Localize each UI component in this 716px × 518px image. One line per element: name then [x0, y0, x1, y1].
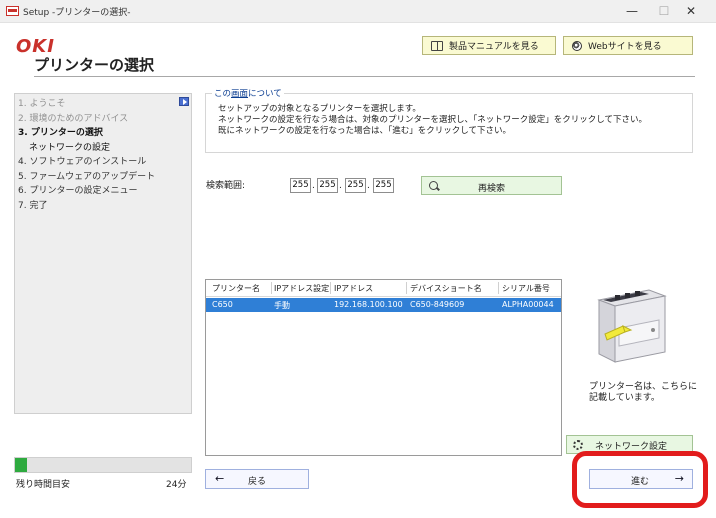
remaining-time-label: 残り時間目安: [16, 480, 71, 490]
column-divider: [406, 282, 407, 294]
step-item: 3. プリンターの選択: [18, 128, 103, 138]
product-manual-button[interactable]: 製品マニュアルを見る: [422, 36, 556, 55]
step-sidebar: 1. ようこそ 2. 環境のためのアドバイス 3. プリンターの選択ネットワークの設…: [14, 93, 192, 414]
about-screen-link[interactable]: 画面: [231, 89, 248, 99]
step-list: 1. ようこそ 2. 環境のためのアドバイス 3. プリンターの選択ネットワークの設…: [18, 97, 155, 213]
ip-address-cell: 192.168.100.100: [334, 300, 403, 309]
ip-dot: .: [312, 181, 315, 191]
info-line: セットアップの対象となるプリンターを選択します。: [218, 104, 421, 114]
info-line: 既にネットワークの設定を行なった場合は、「進む」をクリックして下さい。: [218, 126, 511, 136]
printer-list-header: プリンター名 IPアドレス設定 IPアドレス デバイスショート名 シリアル番号: [206, 280, 561, 297]
product-manual-label: 製品マニュアルを見る: [449, 42, 539, 52]
book-icon: [431, 40, 443, 51]
close-icon[interactable]: ✕: [675, 0, 707, 23]
rescan-label: 再検索: [478, 184, 506, 194]
title-bar: Setup -プリンターの選択- — ☐ ✕: [0, 0, 716, 23]
highlight-ring: [572, 451, 708, 508]
step-item: 1. ようこそ: [18, 99, 66, 109]
column-header[interactable]: デバイスショート名: [410, 283, 482, 294]
printer-name-cell: C650: [212, 300, 233, 309]
printer-illustration: [597, 289, 667, 363]
search-range-label: 検索範囲:: [206, 181, 246, 191]
back-label: 戻る: [248, 477, 267, 487]
back-button[interactable]: ← 戻る: [205, 469, 309, 489]
header-divider: [34, 76, 695, 77]
about-screen-text: セットアップの対象となるプリンターを選択します。 ネットワークの設定を行なう場合…: [218, 104, 647, 137]
ip-octet-3-input[interactable]: 255: [345, 178, 366, 193]
step-item: 4. ソフトウェアのインストール: [18, 157, 147, 167]
app-icon: [6, 6, 19, 16]
caption-line: 記載しています。: [589, 393, 660, 403]
ip-dot: .: [339, 181, 342, 191]
column-header[interactable]: シリアル番号: [502, 283, 550, 294]
remaining-time-value: 24分: [166, 480, 187, 490]
ip-octet-1-input[interactable]: 255: [290, 178, 311, 193]
remaining-time-fill: [15, 458, 28, 472]
printer-list[interactable]: プリンター名 IPアドレス設定 IPアドレス デバイスショート名 シリアル番号 …: [205, 279, 562, 456]
remaining-time-bar: [14, 457, 192, 473]
ip-octet-2-input[interactable]: 255: [317, 178, 338, 193]
arrow-left-icon: ←: [215, 472, 225, 485]
ip-dot: .: [367, 181, 370, 191]
step-item: ネットワークの設定: [29, 142, 111, 153]
column-divider: [498, 282, 499, 294]
expand-arrow-icon[interactable]: [179, 97, 189, 106]
step-item: 2. 環境のためのアドバイス: [18, 113, 129, 124]
website-label: Webサイトを見る: [588, 42, 662, 52]
legend-suffix: について: [248, 89, 282, 99]
search-icon: [429, 181, 438, 190]
about-screen-legend: この画面について: [212, 87, 284, 99]
column-header[interactable]: IPアドレス設定: [274, 283, 329, 294]
step-item: 6. プリンターの設定メニュー: [18, 186, 138, 196]
column-header[interactable]: IPアドレス: [334, 283, 373, 294]
legend-prefix: この: [214, 89, 232, 99]
ip-setting-cell: 手動: [274, 301, 290, 310]
ip-octet-4-input[interactable]: 255: [373, 178, 394, 193]
rescan-button[interactable]: 再検索: [421, 176, 562, 195]
info-line: ネットワークの設定を行なう場合は、対象のプリンターを選択し、「ネットワーク設定」…: [218, 115, 648, 125]
step-item: 5. ファームウェアのアップデート: [18, 171, 156, 182]
column-header[interactable]: プリンター名: [212, 283, 260, 294]
globe-icon: [572, 40, 582, 51]
step-item: 7. 完了: [18, 200, 48, 211]
page-title: プリンターの選択: [34, 56, 155, 74]
column-divider: [271, 282, 272, 294]
caption-line: プリンター名は、こちらに: [589, 382, 698, 392]
minimize-icon[interactable]: —: [616, 0, 648, 23]
window-title: Setup -プリンターの選択-: [23, 8, 131, 18]
about-screen-box: この画面について セットアップの対象となるプリンターを選択します。 ネットワーク…: [205, 87, 693, 153]
website-button[interactable]: Webサイトを見る: [563, 36, 693, 55]
printer-row[interactable]: C650 手動 192.168.100.100 C650-849609 ALPH…: [206, 298, 561, 312]
short-name-cell: C650-849609: [410, 300, 465, 309]
gear-icon: [573, 440, 583, 450]
column-divider: [330, 282, 331, 294]
serial-cell: ALPHA00044: [502, 300, 554, 309]
printer-name-caption: プリンター名は、こちらに 記載しています。: [589, 382, 697, 404]
